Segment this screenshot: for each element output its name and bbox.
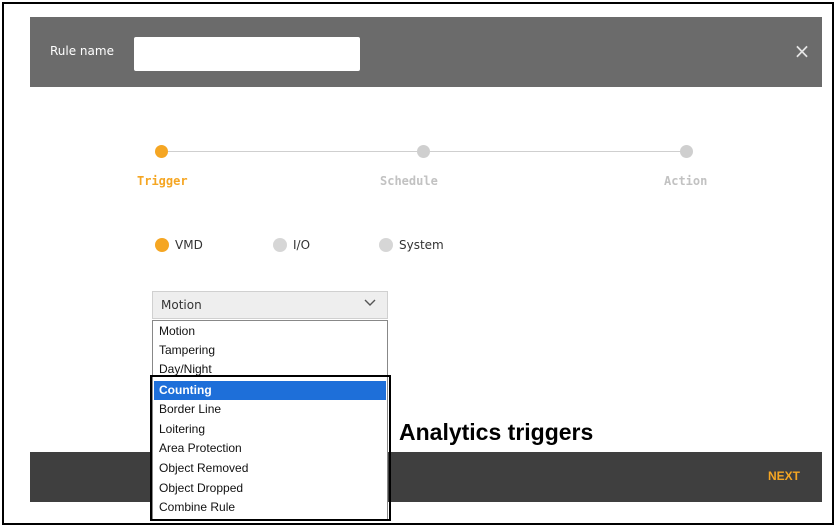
step-dot-schedule — [417, 145, 430, 158]
dialog-footer: NEXT — [30, 452, 822, 502]
close-icon[interactable]: × — [790, 39, 814, 63]
rule-name-label: Rule name — [50, 44, 114, 58]
radio-system[interactable] — [379, 238, 393, 252]
radio-label-io[interactable]: I/O — [293, 238, 310, 252]
option-area-protection[interactable]: Area Protection — [154, 439, 386, 458]
chevron-down-icon — [363, 295, 377, 313]
analytics-triggers-annotation: Analytics triggers — [399, 419, 594, 445]
option-motion[interactable]: Motion — [154, 322, 386, 341]
option-day-night[interactable]: Day/Night — [154, 360, 386, 379]
radio-label-system[interactable]: System — [399, 238, 444, 252]
radio-label-vmd[interactable]: VMD — [175, 238, 203, 252]
trigger-dropdown-list: Motion Tampering Day/Night Counting Bord… — [152, 320, 388, 520]
dialog-header: Rule name × — [30, 17, 822, 87]
step-label-action: Action — [664, 174, 708, 188]
step-label-trigger: Trigger — [137, 174, 188, 188]
trigger-select[interactable]: Motion — [152, 291, 388, 319]
trigger-select-value: Motion — [161, 298, 202, 312]
option-border-line[interactable]: Border Line — [154, 400, 386, 419]
option-loitering[interactable]: Loitering — [154, 420, 386, 439]
next-button[interactable]: NEXT — [768, 469, 800, 483]
step-dot-action — [680, 145, 693, 158]
step-connector — [164, 151, 418, 152]
rule-name-input[interactable] — [134, 37, 360, 71]
option-combine-rule[interactable]: Combine Rule — [154, 498, 386, 517]
step-label-schedule: Schedule — [380, 174, 438, 188]
option-tampering[interactable]: Tampering — [154, 341, 386, 360]
option-object-removed[interactable]: Object Removed — [154, 459, 386, 478]
option-counting[interactable]: Counting — [154, 381, 386, 400]
radio-io[interactable] — [273, 238, 287, 252]
radio-vmd[interactable] — [155, 238, 169, 252]
step-connector — [430, 151, 682, 152]
step-dot-trigger — [155, 145, 168, 158]
option-object-dropped[interactable]: Object Dropped — [154, 479, 386, 498]
